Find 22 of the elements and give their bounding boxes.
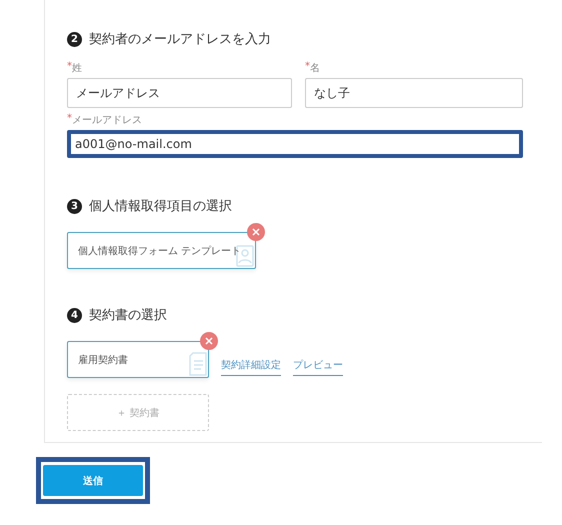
- text-link[interactable]: プレビュー: [293, 358, 343, 376]
- text-link[interactable]: 契約詳細設定: [221, 358, 281, 376]
- section-title: 個人情報取得項目の選択: [89, 198, 232, 215]
- field-label: *名: [305, 61, 321, 73]
- text-field[interactable]: a001@no-mail.com: [67, 130, 523, 158]
- step-number: 3: [67, 198, 82, 214]
- field-label: *姓: [67, 61, 83, 73]
- close-icon[interactable]: [247, 223, 266, 241]
- step-number: 2: [67, 32, 82, 46]
- selected-item[interactable]: 個人情報取得フォーム テンプレート: [67, 232, 256, 269]
- section-title: 契約者のメールアドレスを入力: [89, 31, 271, 48]
- item-label: 雇用契約書: [78, 354, 129, 366]
- step-number: 4: [67, 308, 82, 322]
- field-label: *メールアドレス: [67, 113, 143, 125]
- section-title: 契約書の選択: [89, 307, 167, 324]
- text-field[interactable]: なし子: [305, 78, 523, 108]
- person-icon: [236, 245, 254, 267]
- close-icon[interactable]: [200, 332, 218, 350]
- document-icon: [189, 352, 207, 376]
- text-field[interactable]: メールアドレス: [67, 78, 292, 108]
- item-label: 個人情報取得フォーム テンプレート: [78, 244, 242, 258]
- selected-item[interactable]: 雇用契約書: [67, 341, 209, 378]
